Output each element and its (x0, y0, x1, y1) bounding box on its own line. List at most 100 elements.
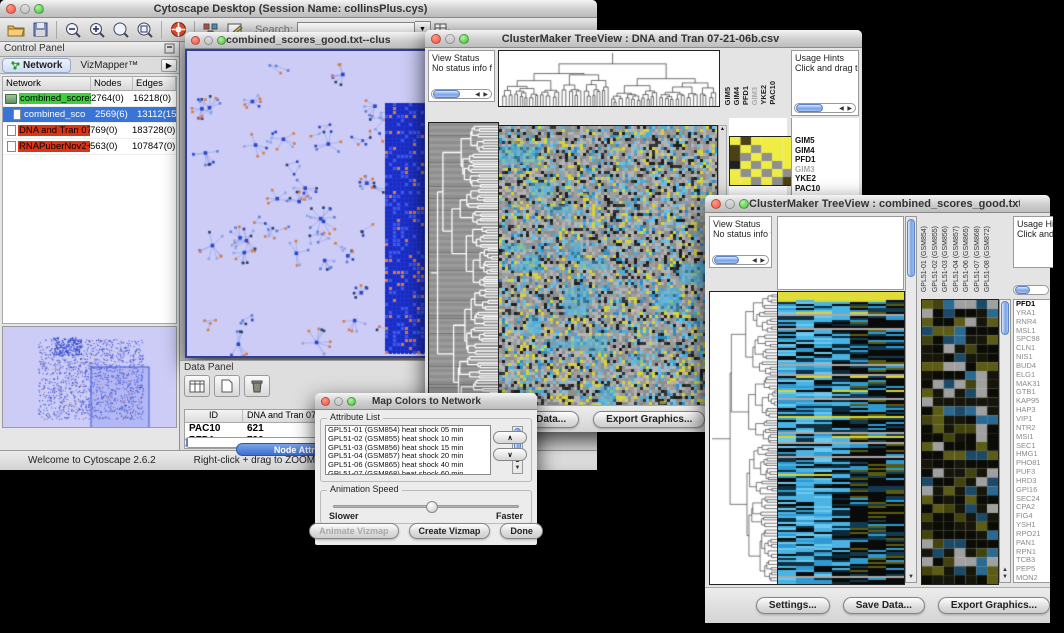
zoom-button[interactable] (459, 34, 469, 44)
dialog-titlebar[interactable]: Map Colors to Network (315, 393, 537, 410)
main-titlebar[interactable]: Cytoscape Desktop (Session Name: collins… (0, 0, 597, 18)
scroll-thumb[interactable] (714, 256, 739, 264)
minimize-button[interactable] (204, 36, 213, 45)
treeview1-summary-heatmap[interactable] (729, 136, 794, 186)
network-view-window: combined_scores_good.txt--cluste... (185, 32, 430, 358)
scroll-thumb[interactable] (1015, 286, 1030, 294)
treeview2-column-dendrogram-area (777, 216, 904, 290)
new-attribute-button[interactable] (214, 375, 240, 397)
zoom-button[interactable] (34, 4, 44, 14)
scroll-thumb[interactable] (433, 90, 460, 98)
network-overview-canvas[interactable] (3, 327, 175, 427)
save-button[interactable] (28, 20, 52, 40)
network-graph-canvas[interactable] (187, 51, 428, 356)
treeview1-title: ClusterMaker TreeView : DNA and Tran 07-… (469, 33, 812, 45)
treeview1-heatmap[interactable] (498, 125, 718, 424)
treeview1-view-status-panel: View StatusNo status info f ◀ ▶ (428, 50, 495, 102)
minimize-button[interactable] (725, 199, 735, 209)
close-button[interactable] (191, 36, 200, 45)
treeview2-gene-list: PFD1YRA1RNR4MSL1SPC98CLN1NIS1BUD4ELG1MAK… (1013, 299, 1050, 583)
close-button[interactable] (321, 397, 330, 406)
scroll-thumb[interactable] (796, 104, 823, 112)
gene-label[interactable]: PFD1 (795, 155, 857, 165)
slider-thumb[interactable] (426, 501, 438, 513)
create-vizmap-button[interactable]: Create Vizmap (409, 523, 491, 539)
animation-speed-group: Animation Speed Slower Faster (320, 490, 532, 524)
close-button[interactable] (6, 4, 16, 14)
treeview2-zoom-heatmap[interactable] (921, 299, 999, 585)
network-table-row[interactable]: combined_scores 2764(0) 16218(0) (3, 91, 176, 107)
treeview2-titlebar[interactable]: ClusterMaker TreeView : combined_scores_… (705, 195, 1050, 213)
close-button[interactable] (431, 34, 441, 44)
tab-vizmapper[interactable]: VizMapper™ (71, 58, 147, 73)
tab-overflow-arrow[interactable]: ▶ (161, 59, 177, 72)
treeview2-action-button[interactable]: Export Graphics... (938, 597, 1050, 614)
network-table-header[interactable]: Network Nodes Edges (3, 77, 176, 91)
toolbar-separator (56, 21, 57, 39)
treeview2-column-labels: GPL51-01 (GSM854)GPL51-02 (GSM855)GPL51-… (921, 216, 995, 292)
toolbar-separator (161, 21, 162, 39)
network-row-icon (7, 125, 16, 136)
gene-label[interactable]: GIM3 (795, 165, 857, 175)
view-status-hscrollbar[interactable]: ◀ ▶ (712, 255, 769, 265)
animation-speed-label: Animation Speed (327, 484, 402, 494)
zoom-in-button[interactable] (85, 20, 109, 40)
network-table-row[interactable]: combined_sco 2569(6) 13112(15) (3, 107, 176, 123)
zoom-fit-button[interactable] (109, 20, 133, 40)
treeview2-usage-hints-panel: Usage HiClick and (1013, 216, 1053, 268)
scroll-thumb[interactable] (186, 437, 188, 448)
gene-label[interactable]: MON2 (1016, 574, 1050, 583)
network-table-row[interactable]: RNAPuberNov2+ 563(0) 107847(0) (3, 139, 176, 155)
view-status-hscrollbar[interactable]: ◀ ▶ (431, 89, 492, 99)
move-down-button[interactable]: ∨ (493, 448, 527, 461)
network-table-row[interactable]: DNA and Tran 07 769(0) 183728(0) (3, 123, 176, 139)
treeview2-zoom-vscrollbar[interactable]: ▲▼ (999, 299, 1011, 583)
move-up-button[interactable]: ∧ (493, 431, 527, 444)
delete-attribute-button[interactable] (244, 375, 270, 397)
treeview2-heatmap[interactable] (777, 291, 905, 585)
zoom-selected-button[interactable] (133, 20, 157, 40)
treeview2-title: ClusterMaker TreeView : combined_scores_… (749, 198, 1020, 210)
zoom-out-button[interactable] (61, 20, 85, 40)
scroll-thumb[interactable] (907, 219, 915, 277)
attribute-list-item[interactable]: GPL51-07 (GSM868) heat shock 60 min (326, 470, 490, 475)
network-overview-panel[interactable] (2, 326, 177, 428)
treeview2-action-button[interactable]: Settings... (756, 597, 830, 614)
tab-network[interactable]: Network (2, 58, 71, 73)
done-button[interactable]: Done (500, 523, 543, 539)
treeview1-action-button[interactable]: Export Graphics... (593, 411, 705, 428)
treeview1-column-dendrogram[interactable] (498, 50, 720, 107)
treeview2-action-button[interactable]: Save Data... (843, 597, 925, 614)
dialog-title: Map Colors to Network (356, 396, 497, 407)
gene-label[interactable]: GIM4 (795, 146, 857, 156)
control-panel: Control Panel Network VizMapper™ ▶ Netwo… (0, 42, 180, 450)
open-file-button[interactable] (4, 20, 28, 40)
usage-hints-hscrollbar[interactable]: ◀ ▶ (794, 103, 856, 113)
scroll-thumb[interactable] (1001, 301, 1009, 335)
gene-label[interactable]: PAC10 (795, 184, 857, 194)
minimize-button[interactable] (20, 4, 30, 14)
gene-label[interactable]: GIM5 (795, 136, 857, 146)
animate-vizmap-button[interactable]: Animate Vizmap (309, 523, 398, 539)
gene-label[interactable]: YKE2 (795, 174, 857, 184)
treeview2-row-dendrogram[interactable] (709, 291, 779, 585)
float-panel-icon[interactable] (164, 43, 175, 55)
treeview1-usage-hints-panel: Usage HintsClick and drag tc ◀ ▶ (791, 50, 859, 116)
treeview1-column-labels: GIM5GIM4PFD1GIM3YKE2PAC10 (723, 50, 776, 105)
select-attributes-button[interactable] (184, 375, 210, 397)
status-welcome: Welcome to Cytoscape 2.6.2 (28, 455, 156, 466)
zoom-button[interactable] (739, 199, 749, 209)
animation-speed-slider[interactable] (333, 505, 519, 508)
network-view-titlebar[interactable]: combined_scores_good.txt--cluste... (185, 32, 430, 49)
zoom-button[interactable] (217, 36, 226, 45)
minimize-button[interactable] (334, 397, 343, 406)
treeview1-row-dendrogram[interactable] (428, 122, 499, 424)
attribute-list-label: Attribute List (327, 412, 383, 422)
network-view-title: combined_scores_good.txt--cluste... (226, 34, 390, 46)
treeview2-vscrollbar[interactable]: ▼ (905, 216, 917, 583)
gene-list-hscrollbar[interactable] (1013, 285, 1049, 295)
minimize-button[interactable] (445, 34, 455, 44)
zoom-button[interactable] (347, 397, 356, 406)
close-button[interactable] (711, 199, 721, 209)
treeview1-titlebar[interactable]: ClusterMaker TreeView : DNA and Tran 07-… (425, 30, 862, 48)
